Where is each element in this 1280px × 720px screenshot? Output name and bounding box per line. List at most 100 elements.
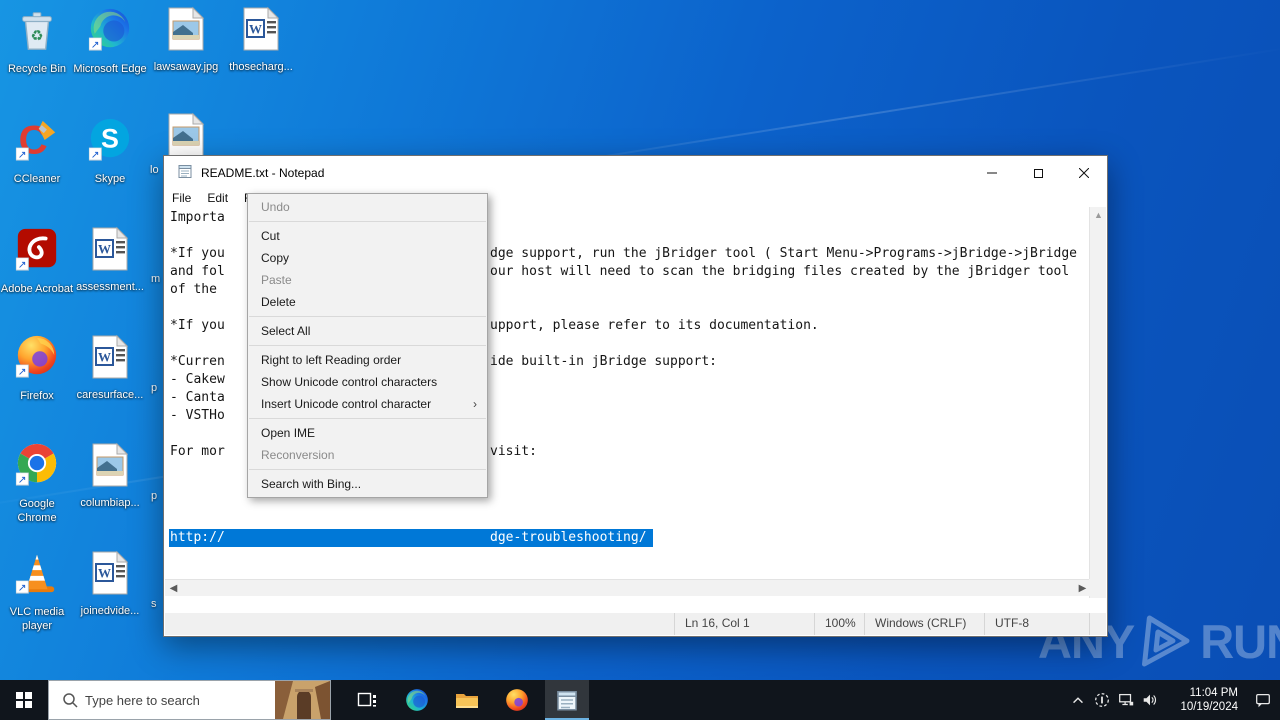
- desktop-icon-thosecharg-doc[interactable]: W thosecharg...: [224, 6, 298, 74]
- horizontal-scrollbar[interactable]: ◀ ▶: [165, 579, 1091, 596]
- desktop-icon-microsoft-edge[interactable]: ↗ Microsoft Edge: [73, 6, 147, 76]
- maximize-button[interactable]: [1015, 156, 1061, 190]
- taskbar-search-box[interactable]: Type here to search: [48, 680, 331, 720]
- desktop-icon-caresurface-doc[interactable]: W caresurface...: [73, 334, 147, 402]
- scroll-up-arrow-icon[interactable]: ▲: [1090, 207, 1107, 223]
- desktop-icon-google-chrome[interactable]: ↗ Google Chrome: [0, 441, 74, 525]
- action-center-button[interactable]: [1246, 680, 1280, 720]
- menu-item-delete[interactable]: Delete: [248, 291, 487, 313]
- text-line: *If you: [170, 318, 225, 333]
- desktop-icon-label-partial: lo: [150, 164, 159, 176]
- svg-text:W: W: [98, 350, 111, 365]
- menu-item-search-with-bing[interactable]: Search with Bing...: [248, 473, 487, 495]
- menu-item-open-ime[interactable]: Open IME: [248, 422, 487, 444]
- system-tray: 11:04 PM 10/19/2024: [1066, 680, 1280, 720]
- image-file-icon: [91, 442, 129, 493]
- desktop-icon-label: lawsaway.jpg: [153, 61, 219, 73]
- status-encoding: UTF-8: [984, 613, 1089, 635]
- desktop-icon-label: joinedvide...: [80, 605, 140, 617]
- taskbar-firefox-button[interactable]: [495, 680, 539, 720]
- desktop-icon-label: Recycle Bin: [7, 63, 67, 75]
- svg-text:↗: ↗: [91, 149, 100, 161]
- desktop-icon-vlc[interactable]: ↗ VLC media player: [0, 549, 74, 633]
- taskbar-notepad-button[interactable]: [545, 680, 589, 720]
- anyrun-logo-icon: [1142, 615, 1190, 667]
- desktop-icon-label: columbiap...: [80, 497, 140, 509]
- text-line: - Cakew: [170, 372, 225, 387]
- notepad-app-icon: [177, 163, 193, 184]
- desktop-icon-label: Firefox: [20, 390, 54, 402]
- vertical-scrollbar[interactable]: ▲ ▼: [1089, 207, 1106, 598]
- menu-item-rtl-reading-order[interactable]: Right to left Reading order: [248, 349, 487, 371]
- minimize-button[interactable]: [969, 156, 1015, 190]
- file-explorer-icon: [456, 694, 478, 708]
- menu-item-show-unicode-controls[interactable]: Show Unicode control characters: [248, 371, 487, 393]
- task-view-button[interactable]: [345, 680, 389, 720]
- chevron-up-icon: [1073, 697, 1083, 704]
- word-document-icon: W: [91, 550, 129, 601]
- desktop-icon-label-partial: s: [151, 598, 157, 610]
- notepad-statusbar: Ln 16, Col 1 100% Windows (CRLF) UTF-8: [165, 613, 1106, 635]
- desktop-icon-columbiap-image[interactable]: columbiap...: [73, 442, 147, 510]
- tray-show-hidden-icons-button[interactable]: [1066, 680, 1090, 720]
- menu-separator: [249, 345, 486, 346]
- vlc-icon: ↗: [14, 549, 60, 602]
- ccleaner-icon: C ↗: [14, 116, 60, 169]
- skype-icon: S ↗: [87, 116, 133, 169]
- image-file-icon: [167, 6, 205, 57]
- menu-separator: [249, 418, 486, 419]
- desktop-icon-recycle-bin[interactable]: ♻ Recycle Bin: [0, 6, 74, 76]
- menu-item-copy[interactable]: Copy: [248, 247, 487, 269]
- desktop-icon-skype[interactable]: S ↗ Skype: [73, 116, 147, 186]
- network-icon: [1119, 693, 1134, 706]
- menu-file[interactable]: File: [164, 190, 199, 207]
- search-icon: [63, 693, 78, 708]
- speaker-icon: [1143, 694, 1156, 706]
- word-document-icon: W: [91, 334, 129, 385]
- watermark-text-run: RUN: [1200, 614, 1280, 668]
- taskbar-edge-button[interactable]: [395, 680, 439, 720]
- taskbar-file-explorer-button[interactable]: [445, 680, 489, 720]
- menu-item-insert-unicode-control[interactable]: Insert Unicode control character ›: [248, 393, 487, 415]
- desktop-icon-assessment-doc[interactable]: W assessment...: [73, 226, 147, 294]
- desktop-icon-label: CCleaner: [13, 173, 61, 185]
- desktop-icon-joinedvide-doc[interactable]: W joinedvide...: [73, 550, 147, 618]
- text-line: *If you: [170, 246, 225, 261]
- svg-text:↗: ↗: [18, 366, 27, 378]
- close-button[interactable]: [1061, 156, 1107, 190]
- submenu-arrow-icon: ›: [473, 397, 477, 411]
- desktop: ♻ Recycle Bin C ↗ CCleaner ↗ Adobe Acroba…: [0, 0, 1280, 720]
- selected-text-url-end: dge-troubleshooting/: [490, 530, 647, 545]
- desktop-icon-label: Google Chrome: [17, 498, 57, 524]
- microsoft-edge-icon: ↗: [87, 6, 133, 59]
- notepad-titlebar[interactable]: README.txt - Notepad: [164, 156, 1107, 190]
- window-title: README.txt - Notepad: [201, 166, 325, 180]
- recycle-bin-icon: ♻: [14, 6, 60, 59]
- desktop-icon-label: Microsoft Edge: [73, 63, 147, 75]
- start-button[interactable]: [0, 680, 48, 720]
- tray-app-button[interactable]: [1090, 680, 1114, 720]
- tray-volume-button[interactable]: [1138, 680, 1162, 720]
- menu-separator: [249, 221, 486, 222]
- edge-icon: [406, 689, 428, 711]
- desktop-icon-adobe-acrobat[interactable]: ↗ Adobe Acrobat: [0, 226, 74, 296]
- svg-text:♻: ♻: [31, 29, 44, 45]
- desktop-icon-firefox[interactable]: ↗ Firefox: [0, 333, 74, 403]
- menu-item-paste: Paste: [261, 273, 292, 287]
- scroll-left-arrow-icon[interactable]: ◀: [165, 583, 182, 594]
- statusbar-end-cell: [1089, 613, 1106, 635]
- firefox-icon: [506, 689, 528, 711]
- notepad-icon: [557, 691, 577, 711]
- search-placeholder: Type here to search: [85, 692, 200, 708]
- menu-item-select-all[interactable]: Select All: [248, 320, 487, 342]
- tray-network-button[interactable]: [1114, 680, 1138, 720]
- desktop-icon-ccleaner[interactable]: C ↗ CCleaner: [0, 116, 74, 186]
- taskbar-clock[interactable]: 11:04 PM 10/19/2024: [1170, 686, 1240, 714]
- menu-edit[interactable]: Edit: [199, 190, 236, 207]
- text-line: upport, please refer to its documentatio…: [490, 318, 819, 333]
- svg-text:W: W: [98, 242, 111, 257]
- text-line: *Curren: [170, 354, 225, 369]
- desktop-icon-lawsaway-image[interactable]: lawsaway.jpg: [149, 6, 223, 74]
- menu-item-cut[interactable]: Cut: [248, 225, 487, 247]
- menu-item-reconversion: Reconversion: [261, 448, 335, 462]
